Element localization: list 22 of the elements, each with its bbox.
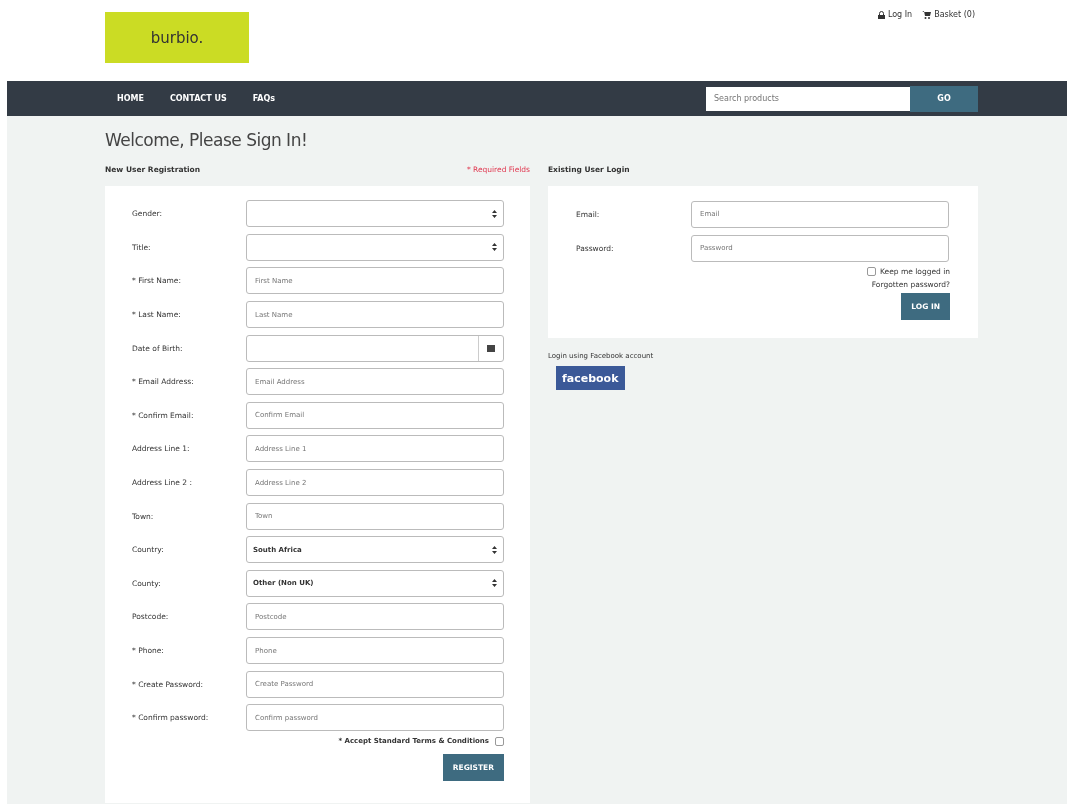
- select-field[interactable]: [246, 200, 504, 228]
- dropdown-arrows-icon: [492, 243, 497, 252]
- terms-checkbox[interactable]: [495, 736, 504, 746]
- date-field[interactable]: [246, 334, 504, 362]
- header-link[interactable]: Log In: [877, 10, 913, 19]
- calendar-icon: [487, 344, 495, 353]
- logo[interactable]: burbio.: [105, 12, 249, 63]
- select-field[interactable]: [246, 233, 504, 261]
- go-button[interactable]: GO: [910, 85, 978, 112]
- facebook-button[interactable]: facebook: [556, 366, 625, 390]
- dropdown-arrows-icon: [492, 545, 497, 554]
- remember-checkbox[interactable]: [867, 267, 876, 276]
- dropdown-arrows-icon: [492, 579, 497, 588]
- cart-icon: [922, 10, 932, 19]
- page-heading: Welcome, Please Sign In!: [105, 130, 309, 150]
- lock-icon: [877, 10, 885, 19]
- nav-link[interactable]: FAQs: [252, 94, 275, 103]
- nav-link[interactable]: HOME: [117, 94, 144, 103]
- search-field[interactable]: Search products: [706, 86, 910, 111]
- dropdown-arrows-icon: [492, 209, 497, 218]
- header-link[interactable]: Basket (0): [922, 10, 975, 19]
- nav-link[interactable]: CONTACT US: [169, 94, 227, 103]
